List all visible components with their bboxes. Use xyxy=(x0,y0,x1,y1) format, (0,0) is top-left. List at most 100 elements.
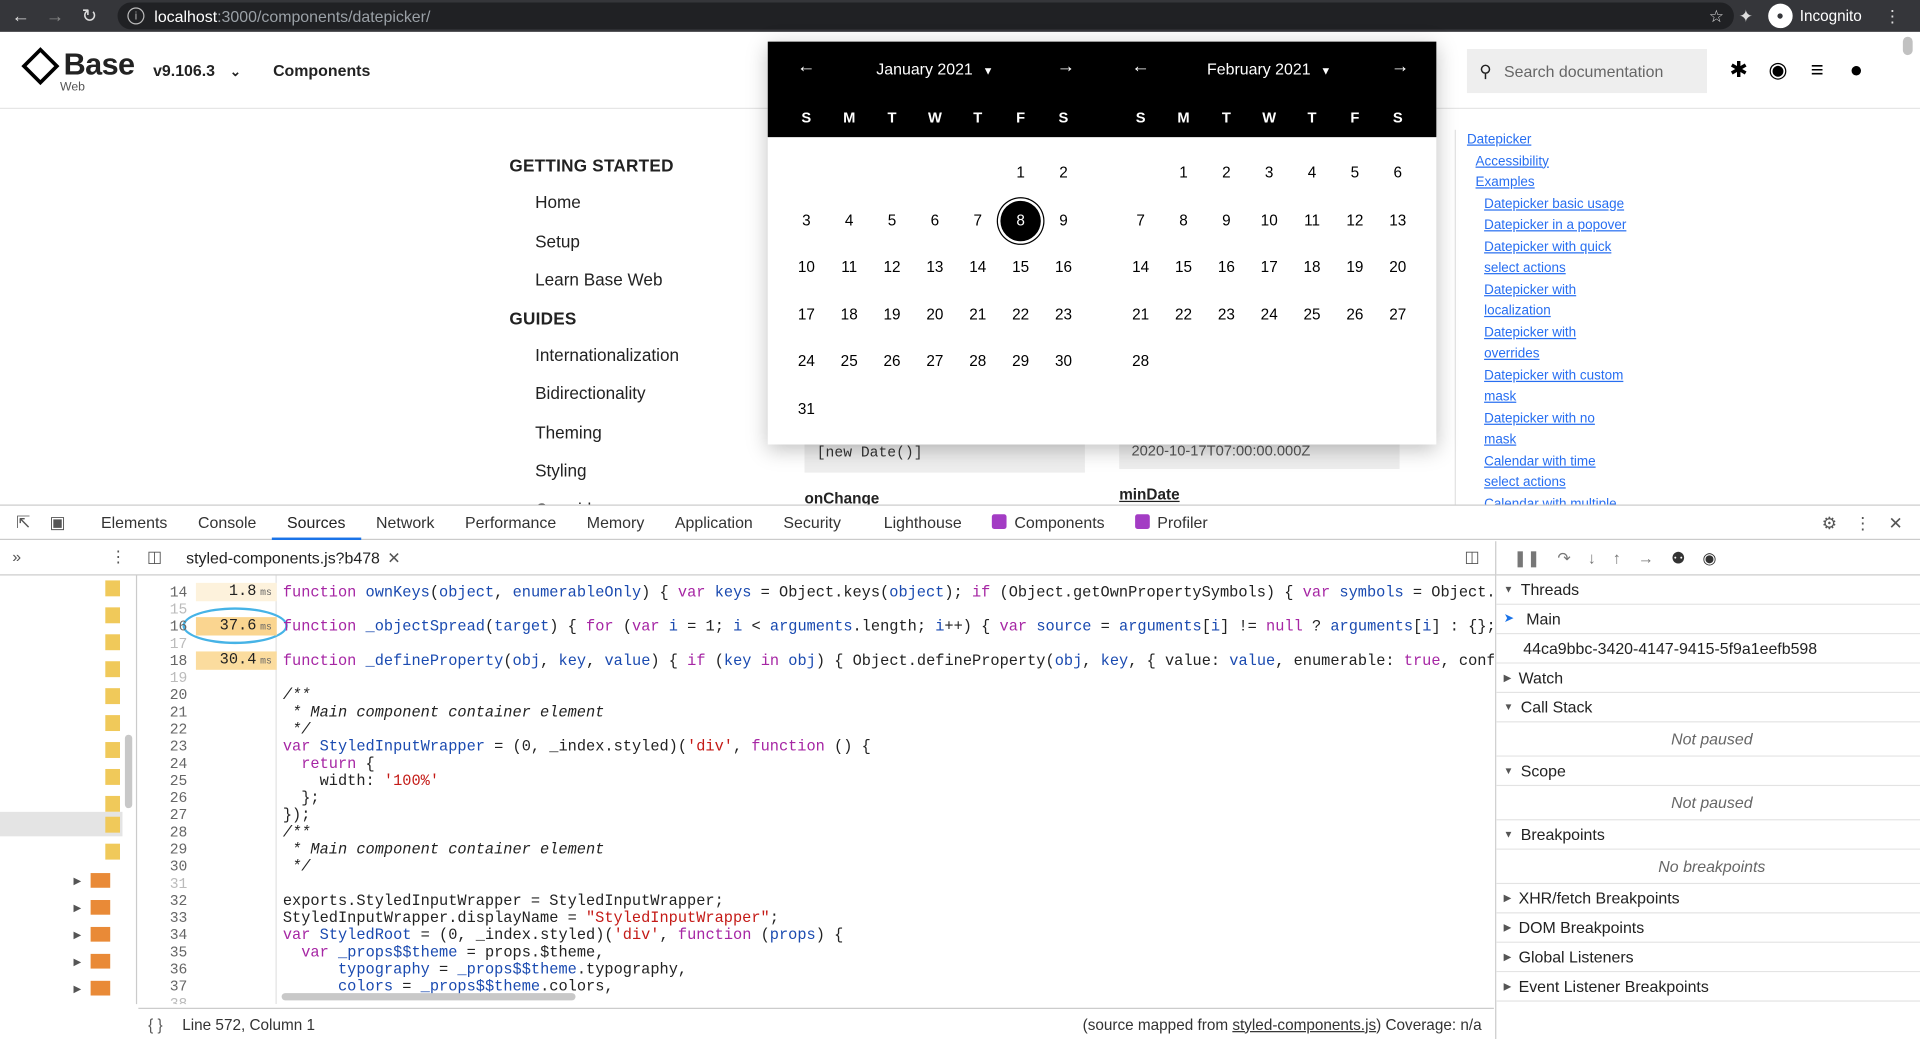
day-cell[interactable]: 26 xyxy=(871,338,914,385)
toc-link[interactable]: overrides xyxy=(1467,344,1626,365)
tree-folder[interactable]: ▶ xyxy=(73,980,115,996)
expand-navigator-icon[interactable]: » xyxy=(12,547,21,565)
threads-section-header[interactable]: ▼ Threads xyxy=(1496,575,1920,605)
line-number[interactable]: 25 xyxy=(138,773,188,790)
day-cell[interactable]: 23 xyxy=(1042,291,1085,338)
nav-item-styling[interactable]: Styling xyxy=(509,452,679,491)
tab-components[interactable]: Components xyxy=(977,505,1120,539)
page-scrollbar[interactable] xyxy=(1902,36,1913,56)
day-cell[interactable]: 11 xyxy=(828,244,871,291)
day-cell[interactable]: 7 xyxy=(1119,197,1162,244)
day-cell[interactable]: 28 xyxy=(1119,338,1162,385)
tree-folder[interactable]: ▶ xyxy=(73,873,115,888)
day-cell[interactable]: 19 xyxy=(871,291,914,338)
day-cell[interactable]: 21 xyxy=(1119,291,1162,338)
day-cell[interactable]: 5 xyxy=(1333,149,1376,196)
step-over-icon[interactable]: ↷ xyxy=(1557,548,1570,568)
day-cell[interactable]: 20 xyxy=(1376,244,1419,291)
day-cell[interactable]: 16 xyxy=(1205,244,1248,291)
step-into-icon[interactable]: ↓ xyxy=(1588,549,1596,567)
callstack-section-header[interactable]: ▼ Call Stack xyxy=(1496,693,1920,723)
global-listeners-header[interactable]: ▶ Global Listeners xyxy=(1496,942,1920,973)
line-number[interactable]: 22 xyxy=(138,721,188,738)
devtools-menu-icon[interactable]: ⋮ xyxy=(1854,512,1871,533)
tab-memory[interactable]: Memory xyxy=(571,505,659,539)
scope-section-header[interactable]: ▼ Scope xyxy=(1496,756,1920,787)
day-cell[interactable]: 10 xyxy=(785,244,828,291)
line-number[interactable]: 28 xyxy=(138,824,188,841)
close-tab-icon[interactable]: ✕ xyxy=(387,549,400,567)
tree-folder[interactable]: ▶ xyxy=(73,926,115,942)
dom-section-header[interactable]: ▶ DOM Breakpoints xyxy=(1496,913,1920,943)
breakpoints-section-header[interactable]: ▼ Breakpoints xyxy=(1496,820,1920,850)
device-toggle-icon[interactable]: ▣ xyxy=(44,512,71,533)
folder-icon[interactable] xyxy=(105,715,121,732)
nav-item-bidi[interactable]: Bidirectionality xyxy=(509,375,679,414)
line-number[interactable]: 37 xyxy=(138,978,188,995)
pretty-print-icon[interactable]: { } xyxy=(148,1016,162,1033)
pause-on-exceptions-icon[interactable]: ◉ xyxy=(1702,548,1716,568)
next-month-arrow-icon[interactable]: → xyxy=(1057,56,1075,77)
toc-link[interactable]: select actions xyxy=(1467,258,1626,279)
day-cell[interactable]: 30 xyxy=(1042,338,1085,385)
toc-link[interactable]: Datepicker with xyxy=(1467,280,1626,301)
toc-link[interactable]: Datepicker with no xyxy=(1467,408,1626,429)
line-number[interactable]: 20 xyxy=(138,687,188,704)
line-number[interactable]: 32 xyxy=(138,893,188,910)
day-cell[interactable]: 14 xyxy=(1119,244,1162,291)
toc-link[interactable]: Calendar with time xyxy=(1467,451,1626,472)
line-number[interactable]: 19 xyxy=(138,670,188,687)
mindate-heading[interactable]: minDate xyxy=(1119,486,1179,503)
line-number[interactable]: 24 xyxy=(138,756,188,773)
day-cell[interactable]: 13 xyxy=(1376,197,1419,244)
day-cell[interactable]: 28 xyxy=(956,338,999,385)
day-cell[interactable]: 22 xyxy=(999,291,1042,338)
nav-item-learn[interactable]: Learn Base Web xyxy=(509,261,679,300)
profile-label[interactable]: Incognito xyxy=(1800,7,1862,24)
watch-section-header[interactable]: ▶ Watch xyxy=(1496,663,1920,694)
toc-link[interactable]: localization xyxy=(1467,301,1626,322)
expand-triangle-icon[interactable]: ▶ xyxy=(73,902,81,913)
next-month-arrow-icon[interactable]: → xyxy=(1391,56,1409,77)
day-cell[interactable]: 14 xyxy=(956,244,999,291)
line-number[interactable]: 29 xyxy=(138,841,188,858)
toc-link[interactable]: Datepicker with custom xyxy=(1467,366,1626,387)
navigator-menu-icon[interactable]: ⋮ xyxy=(110,547,126,567)
day-cell[interactable]: 3 xyxy=(785,197,828,244)
line-number[interactable]: 27 xyxy=(138,807,188,824)
line-number[interactable]: 38 xyxy=(138,996,188,1005)
forward-icon[interactable]: → xyxy=(42,2,69,29)
code-editor[interactable]: 14 15 16 17 18 19 20 21 22 23 24 25 26 27 28 29 30 31 32 33… xyxy=(138,575,1494,1005)
tree-folder[interactable]: ▶ xyxy=(73,900,115,915)
line-number[interactable]: 26 xyxy=(138,790,188,807)
back-icon[interactable]: ← xyxy=(7,2,34,29)
reload-icon[interactable]: ↻ xyxy=(76,2,103,29)
line-number[interactable]: 15 xyxy=(138,601,188,618)
day-cell[interactable]: 15 xyxy=(999,244,1042,291)
navigator-scrollbar[interactable] xyxy=(124,734,133,809)
day-cell[interactable]: 4 xyxy=(1291,149,1334,196)
month-select[interactable]: January 2021 ▼ xyxy=(768,60,1102,78)
line-number[interactable]: 35 xyxy=(138,944,188,961)
source-map-link[interactable]: styled-components.js xyxy=(1232,1016,1376,1033)
day-cell[interactable]: 24 xyxy=(785,338,828,385)
day-cell[interactable]: 3 xyxy=(1248,149,1291,196)
folder-icon[interactable] xyxy=(105,580,121,597)
expand-triangle-icon[interactable]: ▶ xyxy=(73,875,81,886)
day-cell[interactable]: 16 xyxy=(1042,244,1085,291)
day-cell[interactable]: 9 xyxy=(1205,197,1248,244)
day-cell[interactable]: 2 xyxy=(1042,149,1085,196)
thread-main[interactable]: ➤ Main xyxy=(1496,604,1920,635)
tab-profiler[interactable]: Profiler xyxy=(1120,505,1223,539)
day-cell[interactable]: 4 xyxy=(828,197,871,244)
expand-triangle-icon[interactable]: ▶ xyxy=(73,956,81,967)
folder-icon[interactable] xyxy=(105,661,121,678)
folder-icon[interactable] xyxy=(105,607,121,624)
day-cell[interactable]: 9 xyxy=(1042,197,1085,244)
line-number[interactable]: 17 xyxy=(138,636,188,653)
search-input[interactable]: ⚲ Search documentation xyxy=(1466,48,1707,94)
toc-link[interactable]: Datepicker xyxy=(1467,130,1626,151)
tab-elements[interactable]: Elements xyxy=(86,505,183,539)
line-number[interactable]: 18 xyxy=(138,653,188,670)
folder-icon[interactable] xyxy=(105,843,121,860)
